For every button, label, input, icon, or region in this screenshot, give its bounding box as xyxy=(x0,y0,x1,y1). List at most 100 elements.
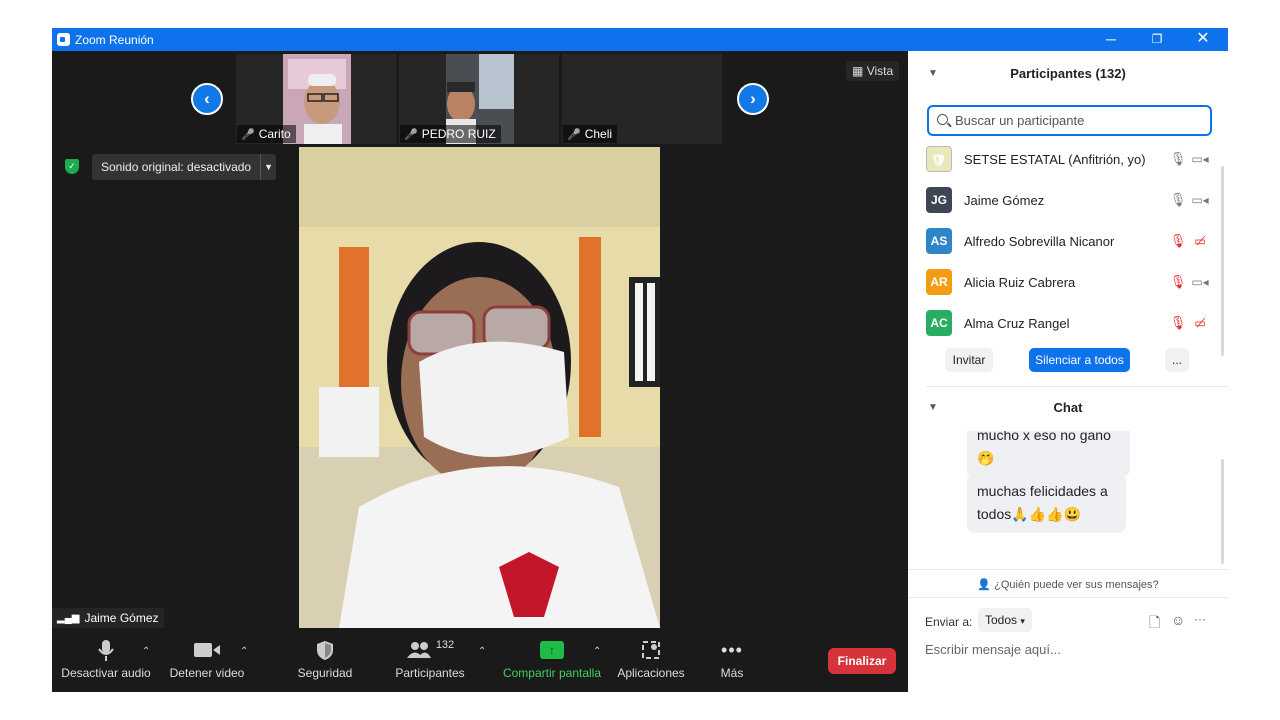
chevron-down-icon[interactable]: ▼ xyxy=(260,154,276,180)
video-off-icon[interactable]: ▭̸ xyxy=(1189,316,1211,330)
video-camera-icon[interactable]: ▭◂ xyxy=(1189,152,1211,166)
search-icon xyxy=(937,114,948,125)
participant-row[interactable]: 🛡 SETSE ESTATAL (Anfitrión, yo) 🎙 ▭◂ xyxy=(926,144,1211,174)
avatar: AR xyxy=(926,269,952,295)
participant-name: SETSE ESTATAL (Anfitrión, yo) xyxy=(964,151,1146,167)
who-can-see-link[interactable]: 👤 ¿Quién puede ver sus mensajes? xyxy=(908,578,1228,591)
participants-title: Participantes (132) xyxy=(1010,66,1126,81)
security-button[interactable]: Seguridad xyxy=(292,634,358,692)
divider xyxy=(908,597,1228,598)
close-button[interactable]: ✕ xyxy=(1188,29,1218,49)
emoji-icon[interactable]: ☺ xyxy=(1171,612,1185,628)
participant-name: Alma Cruz Rangel xyxy=(964,315,1070,331)
participants-button[interactable]: 132 Participantes xyxy=(392,634,468,692)
mic-muted-icon: 🎤 xyxy=(241,128,255,141)
participant-search-input[interactable]: Buscar un participante xyxy=(927,105,1212,136)
avatar: AS xyxy=(926,228,952,254)
file-icon[interactable]: 🗋 xyxy=(1149,612,1160,636)
share-screen-icon: ↑ xyxy=(540,641,564,659)
speaker-name-tag: ▂▄▆ Jaime Gómez xyxy=(52,608,164,628)
share-screen-button[interactable]: ↑ Compartir pantalla xyxy=(500,634,604,692)
audio-options-chevron-icon[interactable]: ⌃ xyxy=(142,646,150,657)
video-camera-icon[interactable]: ▭◂ xyxy=(1189,275,1211,289)
avatar: JG xyxy=(926,187,952,213)
security-label: Seguridad xyxy=(297,666,353,680)
participants-icon xyxy=(406,642,431,658)
chat-message: muchas felicidades a todos🙏👍👍😃 xyxy=(967,473,1126,533)
participant-name: Alicia Ruiz Cabrera xyxy=(964,274,1076,290)
more-options-button[interactable]: ... xyxy=(1165,348,1189,372)
participant-row[interactable]: JG Jaime Gómez 🎙 ▭◂ xyxy=(926,185,1211,215)
thumb-name-tag: 🎤 Cheli xyxy=(563,125,618,143)
send-to-select[interactable]: Todos ▾ xyxy=(978,608,1032,632)
zoom-logo-icon xyxy=(57,33,70,46)
video-off-icon[interactable]: ▭̸ xyxy=(1189,234,1211,248)
participant-row[interactable]: AC Alma Cruz Rangel 🎙 ▭̸ xyxy=(926,308,1211,338)
restore-button[interactable]: ❐ xyxy=(1142,29,1172,49)
participants-label: Participantes xyxy=(395,666,465,680)
send-to-value: Todos xyxy=(985,613,1018,627)
next-page-button[interactable]: › xyxy=(737,83,769,115)
thumb-video[interactable]: 🎤 Cheli xyxy=(562,54,722,144)
chat-scrollbar[interactable] xyxy=(1221,459,1224,564)
thumb-name-tag: 🎤 Carito xyxy=(237,125,296,143)
mute-audio-button[interactable]: Desactivar audio xyxy=(60,634,152,692)
more-label: Más xyxy=(720,666,744,680)
mic-muted-icon[interactable]: 🎙 xyxy=(1167,274,1189,290)
apps-label: Aplicaciones xyxy=(617,666,685,680)
who-can-see-label: ¿Quién puede ver sus mensajes? xyxy=(994,579,1159,591)
apps-icon xyxy=(642,641,660,659)
minimize-button[interactable]: ─ xyxy=(1096,29,1126,49)
mute-all-button[interactable]: Silenciar a todos xyxy=(1029,348,1130,372)
thumb-video[interactable]: 🎤 PEDRO RUIZ xyxy=(399,54,559,144)
chevron-down-icon: ▾ xyxy=(1020,616,1025,626)
video-camera-icon xyxy=(194,643,220,657)
view-button[interactable]: ▦ Vista xyxy=(846,61,900,81)
window-title: Zoom Reunión xyxy=(75,33,154,47)
end-meeting-button[interactable]: Finalizar xyxy=(828,648,896,674)
participant-name: PEDRO RUIZ xyxy=(421,127,496,141)
more-button[interactable]: ••• Más xyxy=(714,634,750,692)
mic-muted-icon: 🎤 xyxy=(567,128,581,141)
mic-muted-icon[interactable]: 🎙 xyxy=(1167,233,1189,249)
speaker-video-image xyxy=(299,147,660,628)
signal-strength-icon: ▂▄▆ xyxy=(57,612,80,624)
share-options-chevron-icon[interactable]: ⌃ xyxy=(593,646,601,657)
original-sound-toggle[interactable]: Sonido original: desactivado ▼ xyxy=(92,154,277,180)
view-label: Vista xyxy=(866,64,894,78)
invite-button[interactable]: Invitar xyxy=(945,348,993,372)
stop-video-button[interactable]: Detener video xyxy=(166,634,248,692)
chat-message: mucho x eso no gano 🤭 xyxy=(967,431,1130,477)
chat-title: Chat xyxy=(1053,400,1083,415)
thumb-video[interactable]: 🎤 Carito xyxy=(236,54,396,144)
participant-name: Jaime Gómez xyxy=(964,192,1045,208)
divider xyxy=(908,569,1228,570)
mic-muted-icon[interactable]: 🎙 xyxy=(1167,315,1189,331)
grid-icon: ▦ xyxy=(852,64,864,78)
participants-count-badge: 132 xyxy=(435,639,455,651)
participant-name: Carito xyxy=(258,127,291,141)
avatar: AC xyxy=(926,310,952,336)
video-options-chevron-icon[interactable]: ⌃ xyxy=(240,646,248,657)
participant-row[interactable]: AR Alicia Ruiz Cabrera 🎙 ▭◂ xyxy=(926,267,1211,297)
video-camera-icon[interactable]: ▭◂ xyxy=(1189,193,1211,207)
apps-button[interactable]: Aplicaciones xyxy=(614,634,688,692)
chat-messages: mucho x eso no gano 🤭 muchas felicidades… xyxy=(908,431,1228,569)
shield-icon xyxy=(317,640,333,660)
video-label: Detener video xyxy=(169,666,245,680)
microphone-icon[interactable]: 🎙 xyxy=(1167,151,1189,167)
chat-message-input[interactable]: Escribir mensaje aquí... xyxy=(925,642,1215,657)
mic-muted-icon: 🎤 xyxy=(404,128,418,141)
title-bar: Zoom Reunión ─ ❐ ✕ xyxy=(52,28,1228,51)
prev-page-button[interactable]: ‹ xyxy=(191,83,223,115)
participants-scrollbar[interactable] xyxy=(1221,166,1224,356)
participants-options-chevron-icon[interactable]: ⌃ xyxy=(478,646,486,657)
microphone-icon[interactable]: 🎙 xyxy=(1167,192,1189,208)
participant-row[interactable]: AS Alfredo Sobrevilla Nicanor 🎙 ▭̸ xyxy=(926,226,1211,256)
microphone-icon xyxy=(98,640,114,661)
search-placeholder: Buscar un participante xyxy=(955,113,1085,128)
side-panel: ▼ Participantes (132) Buscar un particip… xyxy=(908,51,1228,692)
speaker-name: Jaime Gómez xyxy=(84,611,159,625)
more-dots-icon[interactable]: ··· xyxy=(1194,612,1206,626)
encryption-shield-icon[interactable]: ✓ xyxy=(65,159,79,174)
